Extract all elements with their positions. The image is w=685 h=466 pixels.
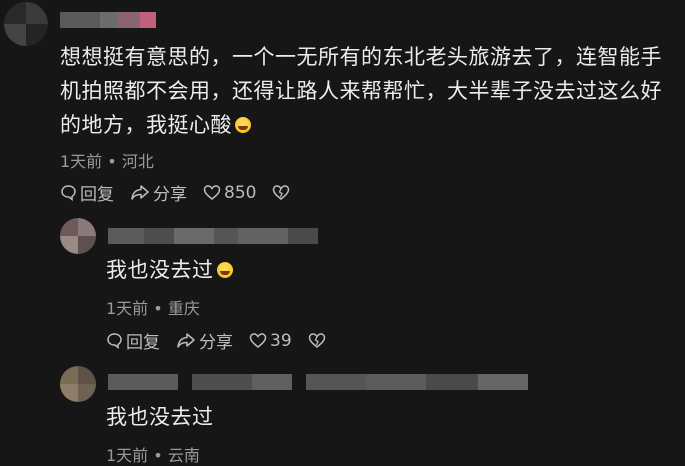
- avatar[interactable]: [4, 2, 48, 46]
- like-button[interactable]: 39: [249, 331, 292, 351]
- comment-text-body: 想想挺有意思的，一个一无所有的东北老头旅游去了，连智能手机拍照都不会用，还得让路…: [60, 45, 662, 137]
- avatar[interactable]: [60, 366, 96, 402]
- comment-meta: 1天前 • 河北: [60, 148, 154, 172]
- reply-label: 回复: [126, 333, 160, 353]
- dislike-button[interactable]: [272, 184, 290, 201]
- reply-label: 回复: [80, 185, 114, 205]
- like-count: 39: [270, 330, 292, 351]
- timestamp: 1天前: [106, 299, 149, 318]
- timestamp: 1天前: [106, 446, 149, 465]
- username-blurred[interactable]: [60, 12, 156, 28]
- dislike-button[interactable]: [308, 332, 326, 349]
- username-blurred[interactable]: [108, 374, 528, 390]
- comment-text-body: 我也没去过: [106, 258, 214, 282]
- broken-heart-icon: [272, 184, 290, 201]
- laughing-tears-icon: [216, 262, 233, 278]
- crying-face-icon: [235, 117, 251, 133]
- meta-separator: •: [153, 299, 163, 318]
- reply-button[interactable]: 回复: [106, 328, 160, 353]
- username-blurred[interactable]: [108, 228, 318, 244]
- comment-text: 我也没去过: [106, 253, 233, 287]
- comment-text: 想想挺有意思的，一个一无所有的东北老头旅游去了，连智能手机拍照都不会用，还得让路…: [60, 40, 682, 142]
- avatar[interactable]: [60, 218, 96, 254]
- like-button[interactable]: 850: [203, 183, 256, 203]
- broken-heart-icon: [308, 332, 326, 349]
- comment-meta: 1天前 • 重庆: [106, 295, 200, 319]
- share-button[interactable]: 分享: [176, 328, 233, 353]
- like-count: 850: [224, 182, 257, 203]
- heart-icon: [203, 184, 221, 201]
- share-button[interactable]: 分享: [130, 180, 187, 205]
- comment-text: 我也没去过: [106, 400, 214, 434]
- location: 云南: [167, 446, 200, 465]
- location: 重庆: [167, 299, 200, 318]
- reply-button[interactable]: 回复: [60, 180, 114, 205]
- share-label: 分享: [199, 333, 233, 353]
- meta-separator: •: [153, 446, 163, 465]
- comment-text-body: 我也没去过: [106, 405, 214, 429]
- comment-actions: 回复 分享 850: [60, 180, 306, 205]
- share-arrow-icon: [130, 184, 150, 201]
- share-arrow-icon: [176, 332, 196, 349]
- chat-bubble-icon: [60, 184, 77, 201]
- meta-separator: •: [107, 152, 117, 171]
- share-label: 分享: [153, 185, 187, 205]
- chat-bubble-icon: [106, 332, 123, 349]
- comment-actions: 回复 分享 39: [106, 328, 342, 353]
- location: 河北: [121, 152, 154, 171]
- heart-icon: [249, 332, 267, 349]
- timestamp: 1天前: [60, 152, 103, 171]
- comment-meta: 1天前 • 云南: [106, 442, 200, 466]
